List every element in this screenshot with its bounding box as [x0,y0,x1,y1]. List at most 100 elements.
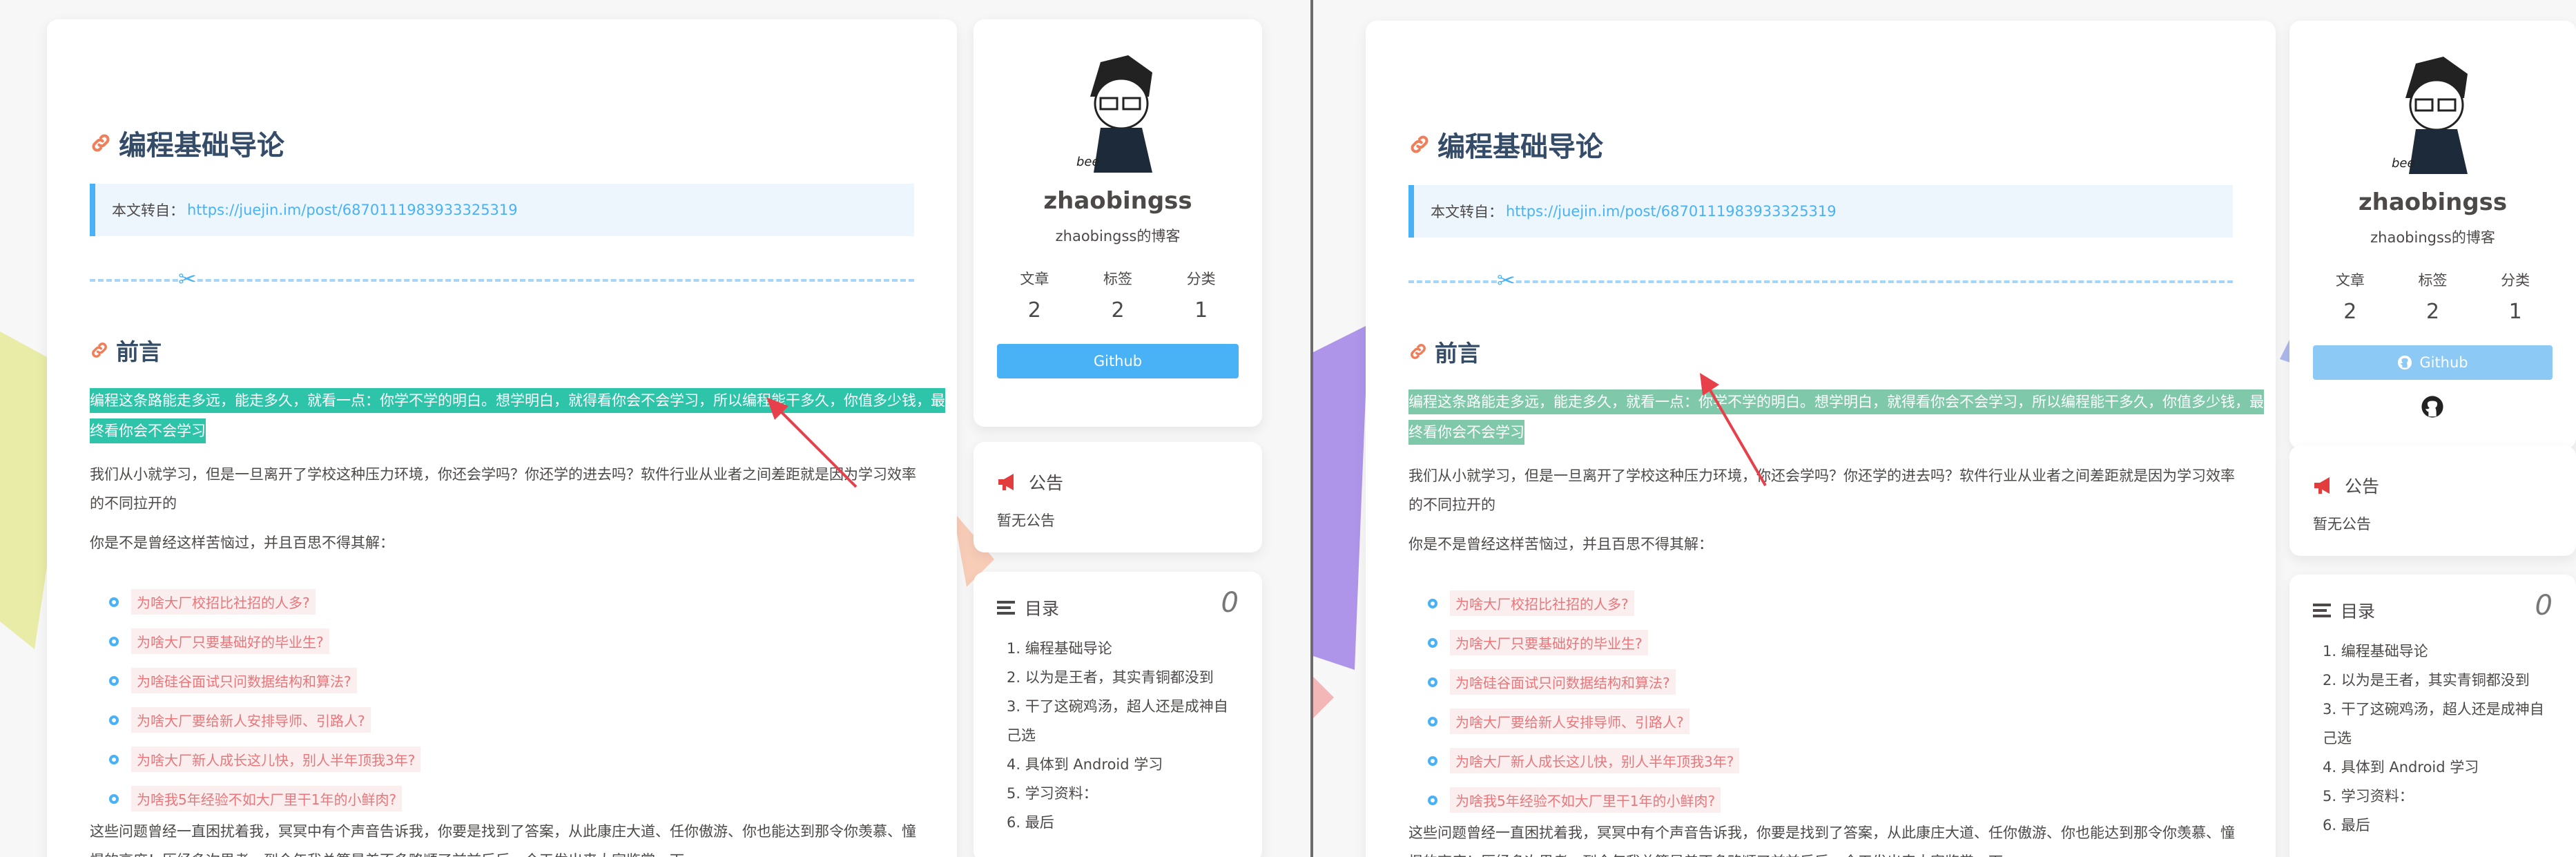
bullet-circle-icon [1428,716,1437,726]
bullet-circle-icon [1428,677,1437,687]
bullet-circle-icon [109,636,119,646]
toc-progress: 0 [2535,590,2553,622]
bullet-circle-icon [109,715,119,725]
stat-value: 1 [2508,300,2522,324]
question-text: 为啥大厂新人成长这儿快，别人半年顶我3年? [131,747,421,772]
question-text: 为啥硅谷面试只问数据结构和算法? [1450,669,1676,695]
author-description: zhaobingss的博客 [1055,228,1181,244]
post-title: 编程基础导论 [119,130,284,162]
announcement-heading: 公告 [997,470,1063,494]
announcement-heading: 公告 [2313,473,2379,498]
stat-tags[interactable]: 标签 2 [2418,269,2447,324]
author-name: zhaobingss [1043,187,1192,215]
scissor-divider [90,279,914,282]
section-heading: 前言 [1435,340,1480,367]
repost-note: 本文转自： https://juejin.im/post/68701119839… [1408,185,2233,238]
scissors-icon: ✂ [1497,267,1515,293]
intro-paragraph: 我们从小就学习，但是一旦离开了学校这种压力环境，你还会学吗？你还学的进去吗？软件… [1408,468,2235,513]
closing-paragraph: 这些问题曾经一直困扰着我，冥冥中有个声音告诉我，你要是找到了答案，从此康庄大道、… [1408,825,2235,857]
github-button-label: Github [1093,353,1143,369]
scissor-divider [1408,280,2233,283]
list-item: 为啥大厂要给新人安排导师、引路人? [109,700,420,740]
list-item: 为啥大厂校招比社招的人多? [109,582,420,622]
highlighted-text: 编程这条路能走多远，能走多久，就看一点：你学不学的明白。想学明白，就得看你会不会… [1408,389,2264,445]
bullet-circle-icon [1428,795,1437,805]
announcement-body: 暂无公告 [997,512,1055,529]
question-text: 为啥大厂要给新人安排导师、引路人? [1450,709,1689,734]
list-item: 为啥大厂只要基础好的毕业生? [109,622,420,661]
question-text: 为啥大厂校招比社招的人多? [131,589,316,615]
bullet-circle-icon [109,597,119,607]
toc-list: 1. 编程基础导论 2. 以为是王者，其实青铜都没到 3. 干了这碗鸡汤，超人还… [2323,637,2544,840]
svg-text:bee: bee [1076,155,1100,169]
scissors-icon: ✂ [178,266,197,292]
closing-paragraph: 这些问题曾经一直困扰着我，冥冥中有个声音告诉我，你要是找到了答案，从此康庄大道、… [90,823,916,857]
toc-item[interactable]: 己选 [2323,724,2544,753]
toc-item[interactable]: 4. 具体到 Android 学习 [1007,750,1228,779]
stat-label: 分类 [2501,272,2530,289]
question-list: 为啥大厂校招比社招的人多? 为啥大厂只要基础好的毕业生? 为啥硅谷面试只问数据结… [1428,584,1740,820]
toc-item[interactable]: 1. 编程基础导论 [1007,634,1228,663]
question-text: 为啥我5年经验不如大厂里干1年的小鲜肉? [1450,787,1721,813]
toc-item[interactable]: 4. 具体到 Android 学习 [2323,753,2544,782]
stat-value: 2 [1027,298,1041,322]
toc-item[interactable]: 5. 学习资料： [2323,782,2544,811]
author-card: bee zhaobingss zhaobingss的博客 文章 2 标签 2 分类 1… [974,19,1262,427]
stat-label: 文章 [1020,271,1049,287]
bullet-circle-icon [109,754,119,764]
site-stats: 文章 2 标签 2 分类 1 [2289,269,2576,324]
question-text: 为啥大厂只要基础好的毕业生? [131,628,329,654]
section-heading-row: 前言 [90,334,162,367]
toc-item[interactable]: 6. 最后 [1007,808,1228,837]
toc-item[interactable]: 己选 [1007,721,1228,750]
toc-list: 1. 编程基础导论 2. 以为是王者，其实青铜都没到 3. 干了这碗鸡汤，超人还… [1007,634,1228,837]
repost-link[interactable]: https://juejin.im/post/68701119839333253… [1506,203,1837,220]
stat-value: 2 [2343,300,2357,324]
stat-categories[interactable]: 分类 1 [1187,268,1216,322]
toc-item[interactable]: 2. 以为是王者，其实青铜都没到 [2323,666,2544,695]
list-icon [2313,604,2331,617]
toc-item[interactable]: 3. 干了这碗鸡汤，超人还是成神自 [1007,692,1228,721]
stat-value: 1 [1194,298,1208,322]
question-text: 为啥大厂校招比社招的人多? [1450,590,1634,616]
stat-articles[interactable]: 文章 2 [2336,269,2365,324]
toc-item[interactable]: 6. 最后 [2323,811,2544,840]
toc-item[interactable]: 5. 学习资料： [1007,779,1228,808]
list-item: 为啥大厂校招比社招的人多? [1428,584,1739,623]
github-button-label: Github [2419,354,2468,371]
link-icon [1411,344,1426,359]
list-item: 为啥硅谷面试只问数据结构和算法? [109,661,420,700]
list-item: 为啥硅谷面试只问数据结构和算法? [1428,662,1739,702]
repost-label: 本文转自： [112,202,184,219]
github-button[interactable]: Github [997,344,1239,378]
avatar: bee [1076,55,1152,173]
stat-articles[interactable]: 文章 2 [1020,268,1049,322]
bullet-circle-icon [1428,598,1437,608]
annotation-arrow [766,397,858,488]
megaphone-icon [998,474,1014,490]
megaphone-icon [2314,477,2330,494]
list-item: 为啥大厂新人成长这儿快，别人半年顶我3年? [109,740,421,779]
stat-categories[interactable]: 分类 1 [2501,269,2530,324]
toc-heading: 目录 [2313,598,2375,623]
question-lead: 你是不是曾经这样苦恼过，并且百思不得其解： [90,535,394,551]
section-heading: 前言 [116,338,162,365]
author-card: bee zhaobingss zhaobingss的博客 文章 2 标签 2 分类 1… [2289,21,2576,449]
toc-item[interactable]: 1. 编程基础导论 [2323,637,2544,666]
question-list: 为啥大厂校招比社招的人多? 为啥大厂只要基础好的毕业生? 为啥硅谷面试只问数据结… [109,582,421,818]
github-icon[interactable] [2421,395,2444,418]
toc-title: 目录 [2341,601,2376,622]
stat-tags[interactable]: 标签 2 [1103,268,1132,322]
stat-value: 2 [1111,298,1125,322]
repost-link[interactable]: https://juejin.im/post/68701119839333253… [187,202,518,218]
toc-item[interactable]: 3. 干了这碗鸡汤，超人还是成神自 [2323,695,2544,724]
author-name: zhaobingss [2358,189,2508,216]
bullet-circle-icon [1428,755,1437,766]
post-title-row: 编程基础导论 [1408,124,1603,164]
repost-note: 本文转自： https://juejin.im/post/68701119839… [90,184,914,236]
toc-item[interactable]: 2. 以为是王者，其实青铜都没到 [1007,663,1228,692]
right-screenshot-pane: 编程基础导论 本文转自： https://juejin.im/post/6870… [1313,0,2576,857]
github-button[interactable]: Github [2313,345,2553,380]
stat-label: 文章 [2335,272,2365,289]
annotation-arrow [1700,373,1767,487]
